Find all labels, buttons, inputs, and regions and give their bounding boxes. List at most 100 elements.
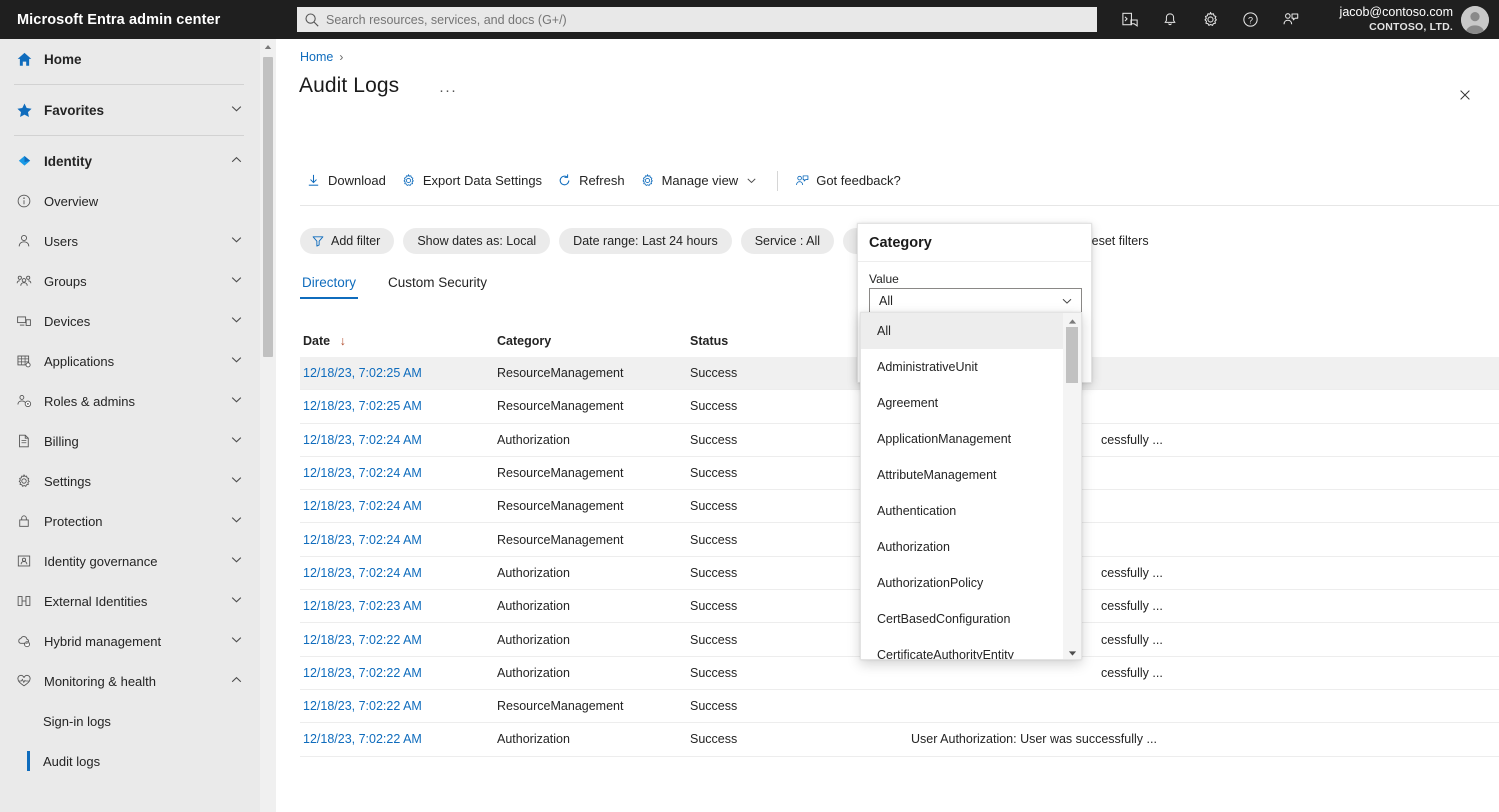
chevron-down-icon[interactable] <box>229 552 244 570</box>
cell-date[interactable]: 12/18/23, 7:02:25 AM <box>300 399 497 413</box>
cloud-shell-icon[interactable] <box>1110 0 1150 39</box>
help-question-icon[interactable]: ? <box>1230 0 1270 39</box>
global-search-box[interactable] <box>297 7 1097 32</box>
chevron-down-icon[interactable] <box>229 592 244 610</box>
sidebar-item-devices[interactable]: Devices <box>0 301 260 341</box>
category-option[interactable]: CertificateAuthorityEntity <box>861 637 1081 659</box>
category-option[interactable]: CertBasedConfiguration <box>861 601 1081 637</box>
lock-icon <box>13 513 35 529</box>
tab-custom-security[interactable]: Custom Security <box>386 271 489 299</box>
sidebar-item-identity-governance[interactable]: Identity governance <box>0 541 260 581</box>
sidebar-item-monitoring-health[interactable]: Monitoring & health <box>0 661 260 701</box>
chevron-down-icon[interactable] <box>229 432 244 450</box>
cell-date[interactable]: 12/18/23, 7:02:25 AM <box>300 366 497 380</box>
cell-date[interactable]: 12/18/23, 7:02:22 AM <box>300 699 497 713</box>
chevron-down-icon[interactable] <box>229 272 244 290</box>
cell-date[interactable]: 12/18/23, 7:02:24 AM <box>300 499 497 513</box>
cell-date[interactable]: 12/18/23, 7:02:24 AM <box>300 566 497 580</box>
search-input[interactable] <box>326 12 1066 27</box>
sidebar-item-favorites[interactable]: Favorites <box>0 90 260 130</box>
breadcrumb-home[interactable]: Home <box>300 50 333 64</box>
category-option[interactable]: AuthorizationPolicy <box>861 565 1081 601</box>
chevron-down-icon[interactable] <box>229 472 244 490</box>
sidebar-item-roles-admins[interactable]: Roles & admins <box>0 381 260 421</box>
gear-icon[interactable] <box>1190 0 1230 39</box>
sidebar-item-audit-logs[interactable]: Audit logs <box>0 741 260 781</box>
chevron-down-icon[interactable] <box>229 312 244 330</box>
cell-date[interactable]: 12/18/23, 7:02:22 AM <box>300 633 497 647</box>
export-data-settings-button[interactable]: Export Data Settings <box>395 167 551 195</box>
feedback-person-icon[interactable] <box>1270 0 1310 39</box>
got-feedback-button[interactable]: Got feedback? <box>788 167 910 195</box>
chevron-down-icon[interactable] <box>229 232 244 250</box>
tab-directory[interactable]: Directory <box>300 271 359 299</box>
sidebar-item-protection[interactable]: Protection <box>0 501 260 541</box>
chevron-down-icon[interactable] <box>229 352 244 370</box>
options-scrollbar-thumb[interactable] <box>1066 327 1078 383</box>
column-header-category[interactable]: Category <box>497 334 690 348</box>
sidebar-item-applications[interactable]: Applications <box>0 341 260 381</box>
global-header: Microsoft Entra admin center ? <box>0 0 1499 39</box>
scroll-down-arrow-icon[interactable] <box>1063 645 1081 659</box>
filter-pill-date-range[interactable]: Date range: Last 24 hours <box>559 228 732 254</box>
chevron-down-icon[interactable] <box>229 392 244 410</box>
cell-category: ResourceManagement <box>497 399 624 414</box>
table-row[interactable]: 12/18/23, 7:02:22 AM ResourceManagement … <box>300 690 1499 724</box>
category-option[interactable]: AdministrativeUnit <box>861 349 1081 385</box>
sidebar-item-sign-in-logs[interactable]: Sign-in logs <box>0 701 260 741</box>
cell-date[interactable]: 12/18/23, 7:02:24 AM <box>300 433 497 447</box>
chevron-down-icon[interactable] <box>745 174 758 187</box>
category-option[interactable]: Authorization <box>861 529 1081 565</box>
avatar[interactable] <box>1461 5 1489 34</box>
sidebar-item-identity[interactable]: Identity <box>0 141 260 181</box>
category-option[interactable]: Agreement <box>861 385 1081 421</box>
cell-date[interactable]: 12/18/23, 7:02:24 AM <box>300 466 497 480</box>
table-row[interactable]: 12/18/23, 7:02:22 AM Authorization Succe… <box>300 723 1499 757</box>
options-scrollbar[interactable] <box>1063 313 1081 659</box>
category-option[interactable]: All <box>861 313 1081 349</box>
sidebar-scrollbar[interactable] <box>260 39 276 812</box>
filter-pill-label: Show dates as: Local <box>417 234 537 248</box>
tab-label: Directory <box>302 275 357 290</box>
category-value-dropdown[interactable]: All <box>869 288 1082 313</box>
sidebar-item-external-identities[interactable]: External Identities <box>0 581 260 621</box>
chevron-down-icon[interactable] <box>1060 294 1074 308</box>
column-header-date[interactable]: Date ↓ <box>300 334 497 348</box>
category-flyout-title: Category <box>869 234 932 251</box>
manage-view-button[interactable]: Manage view <box>634 167 768 195</box>
category-option[interactable]: ApplicationManagement <box>861 421 1081 457</box>
sidebar-item-groups[interactable]: Groups <box>0 261 260 301</box>
filter-pill-show-dates[interactable]: Show dates as: Local <box>403 228 551 254</box>
category-option[interactable]: AttributeManagement <box>861 457 1081 493</box>
cell-status: Success <box>690 665 738 680</box>
cell-date[interactable]: 12/18/23, 7:02:23 AM <box>300 599 497 613</box>
filter-pill-service[interactable]: Service : All <box>740 228 835 254</box>
chevron-down-icon[interactable] <box>229 512 244 530</box>
sidebar-item-hybrid-management[interactable]: Hybrid management <box>0 621 260 661</box>
chevron-down-icon[interactable] <box>229 632 244 650</box>
chevron-up-icon[interactable] <box>229 152 244 170</box>
cell-date[interactable]: 12/18/23, 7:02:24 AM <box>300 533 497 547</box>
cell-date[interactable]: 12/18/23, 7:02:22 AM <box>300 732 497 746</box>
page-more-menu[interactable]: ··· <box>439 82 457 99</box>
download-button[interactable]: Download <box>300 167 395 195</box>
chevron-up-icon[interactable] <box>229 672 244 690</box>
sidebar-scrollbar-thumb[interactable] <box>263 57 273 357</box>
refresh-button[interactable]: Refresh <box>551 167 634 195</box>
notifications-bell-icon[interactable] <box>1150 0 1190 39</box>
table-row[interactable]: 12/18/23, 7:02:22 AM Authorization Succe… <box>300 657 1499 690</box>
category-option[interactable]: Authentication <box>861 493 1081 529</box>
scroll-up-arrow-icon[interactable] <box>260 39 276 55</box>
close-icon[interactable] <box>1451 81 1479 109</box>
sidebar-item-billing[interactable]: Billing <box>0 421 260 461</box>
sidebar-item-users[interactable]: Users <box>0 221 260 261</box>
category-options-listbox[interactable]: All AdministrativeUnit Agreement Applica… <box>860 312 1082 660</box>
chevron-down-icon[interactable] <box>229 101 244 119</box>
account-menu[interactable]: jacob@contoso.com CONTOSO, LTD. <box>1340 0 1489 39</box>
cell-date[interactable]: 12/18/23, 7:02:22 AM <box>300 666 497 680</box>
breadcrumb[interactable]: Home › <box>300 50 343 64</box>
sidebar-item-settings[interactable]: Settings <box>0 461 260 501</box>
sidebar-item-home[interactable]: Home <box>0 39 260 79</box>
add-filter-button[interactable]: Add filter <box>300 228 395 254</box>
sidebar-item-overview[interactable]: Overview <box>0 181 260 221</box>
